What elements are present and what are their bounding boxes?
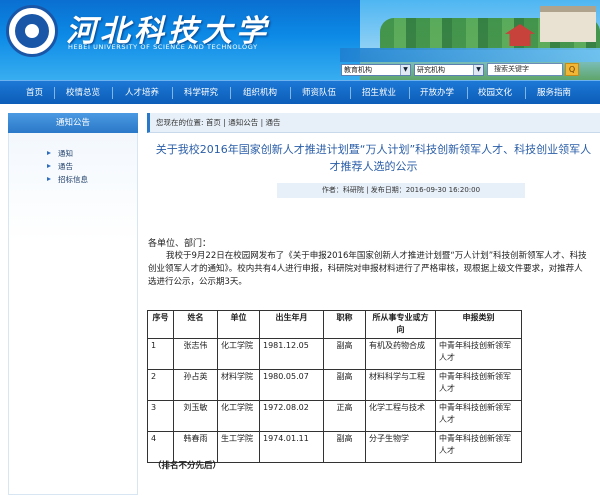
campus-lake-graphic <box>340 48 600 62</box>
breadcrumb-separator: | <box>223 118 226 127</box>
table-cell: 副高 <box>323 338 366 370</box>
institute-select[interactable]: 研究机构 ▼ <box>414 64 484 76</box>
table-cell: 生工学院 <box>217 431 260 463</box>
table-cell: 副高 <box>323 431 366 463</box>
nav-divider <box>525 87 526 99</box>
arrow-right-icon <box>47 164 51 168</box>
table-row: 2 孙占英 材料学院 1980.05.07 副高 材料科学与工程 中青年科技创新… <box>147 369 522 401</box>
table-header-row: 序号 姓名 单位 出生年月 职称 所从事专业或方向 申报类别 <box>147 310 522 339</box>
article-meta: 作者：科研院 | 发布日期：2016-09-30 16:20:00 <box>277 183 525 198</box>
nav-item-culture[interactable]: 校园文化 <box>478 81 512 105</box>
nav-item-services[interactable]: 服务指南 <box>537 81 571 105</box>
sidebar-item-notice[interactable]: 通知 <box>9 147 137 160</box>
nav-item-admissions[interactable]: 招生就业 <box>362 81 396 105</box>
institute-select-value: 研究机构 <box>417 66 445 74</box>
table-header-cell: 职称 <box>323 310 366 339</box>
arrow-right-icon <box>47 151 51 155</box>
table-cell: 中青年科技创新领军人才 <box>435 369 522 401</box>
table-cell: 3 <box>147 400 174 432</box>
nav-item-home[interactable]: 首页 <box>26 81 43 105</box>
table-cell: 材料学院 <box>217 369 260 401</box>
table-cell: 1980.05.07 <box>259 369 324 401</box>
table-cell: 1981.12.05 <box>259 338 324 370</box>
nav-item-faculty[interactable]: 师资队伍 <box>302 81 336 105</box>
nav-divider <box>467 87 468 99</box>
table-cell: 1974.01.11 <box>259 431 324 463</box>
table-cell: 中青年科技创新领军人才 <box>435 400 522 432</box>
table-header-cell: 申报类别 <box>435 310 522 339</box>
nav-divider <box>409 87 410 99</box>
table-cell: 材料科学与工程 <box>365 369 436 401</box>
table-cell: 化工学院 <box>217 400 260 432</box>
sidebar: 通知公告 通知 通告 招标信息 <box>8 113 138 495</box>
nav-divider <box>290 87 291 99</box>
table-header-cell: 序号 <box>147 310 174 339</box>
table-header-cell: 出生年月 <box>259 310 324 339</box>
nav-item-open-education[interactable]: 开放办学 <box>420 81 454 105</box>
breadcrumb-home[interactable]: 首页 <box>206 118 221 127</box>
nav-divider <box>54 87 55 99</box>
main-content: 您现在的位置: 首页 | 通知公告 | 通告 关于我校2016年国家创新人才推进… <box>147 113 600 495</box>
nav-item-education[interactable]: 人才培养 <box>125 81 159 105</box>
article-body: 我校于9月22日在校园网发布了《关于申报2016年国家创新人才推进计划暨“万人计… <box>148 251 587 287</box>
table-cell: 化工学院 <box>217 338 260 370</box>
table-cell: 有机及药物合成 <box>365 338 436 370</box>
table-header-cell: 姓名 <box>173 310 218 339</box>
table-cell: 4 <box>147 431 174 463</box>
table-row: 3 刘玉敏 化工学院 1972.08.02 正高 化学工程与技术 中青年科技创新… <box>147 400 522 432</box>
dept-select-value: 教育机构 <box>344 66 372 74</box>
dept-select[interactable]: 教育机构 ▼ <box>341 64 411 76</box>
chevron-down-icon[interactable]: ▼ <box>400 65 410 75</box>
breadcrumb-prefix: 您现在的位置: <box>156 118 204 127</box>
breadcrumb-separator: | <box>260 118 264 127</box>
table-cell: 孙占英 <box>173 369 218 401</box>
sidebar-item-label: 通告 <box>58 162 73 171</box>
table-header-cell: 所从事专业或方向 <box>365 310 436 339</box>
main-nav: 首页 校情总览 人才培养 科学研究 组织机构 师资队伍 招生就业 开放办学 校园… <box>0 80 600 104</box>
table-header-cell: 单位 <box>217 310 260 339</box>
breadcrumb: 您现在的位置: 首页 | 通知公告 | 通告 <box>147 113 600 133</box>
table-cell: 刘玉敏 <box>173 400 218 432</box>
university-seal-icon[interactable] <box>6 5 58 57</box>
building-graphic <box>540 6 596 42</box>
nav-item-overview[interactable]: 校情总览 <box>66 81 100 105</box>
sidebar-item-announcement[interactable]: 通告 <box>9 160 137 173</box>
sidebar-item-label: 招标信息 <box>58 175 88 184</box>
breadcrumb-current[interactable]: 通告 <box>266 118 281 127</box>
sidebar-item-label: 通知 <box>58 149 73 158</box>
chevron-down-icon[interactable]: ▼ <box>473 65 483 75</box>
breadcrumb-category[interactable]: 通知公告 <box>228 118 258 127</box>
table-cell: 副高 <box>323 369 366 401</box>
search-button[interactable]: Q <box>565 63 579 76</box>
table-note: （排名不分先后） <box>153 461 222 471</box>
arrow-right-icon <box>47 177 51 181</box>
candidates-table: 序号 姓名 单位 出生年月 职称 所从事专业或方向 申报类别 1 张志伟 化工学… <box>147 310 522 463</box>
table-cell: 韩春雨 <box>173 431 218 463</box>
table-cell: 分子生物学 <box>365 431 436 463</box>
nav-item-organization[interactable]: 组织机构 <box>243 81 277 105</box>
nav-divider <box>112 87 113 99</box>
table-cell: 1 <box>147 338 174 370</box>
school-name-en: HEBEI UNIVERSITY OF SCIENCE AND TECHNOLO… <box>68 43 258 51</box>
table-cell: 2 <box>147 369 174 401</box>
sidebar-item-tender[interactable]: 招标信息 <box>9 173 137 186</box>
search-input[interactable]: 搜索关键字 <box>487 63 563 76</box>
sidebar-list: 通知 通告 招标信息 <box>8 133 138 495</box>
table-cell: 1972.08.02 <box>259 400 324 432</box>
article-title: 关于我校2016年国家创新人才推进计划暨“万人计划”科技创新领军人才、科技创业领… <box>155 143 592 173</box>
table-row: 4 韩春雨 生工学院 1974.01.11 副高 分子生物学 中青年科技创新领军… <box>147 431 522 463</box>
table-cell: 化学工程与技术 <box>365 400 436 432</box>
header-banner: 河北科技大学 HEBEI UNIVERSITY OF SCIENCE AND T… <box>0 0 600 80</box>
table-cell: 中青年科技创新领军人才 <box>435 338 522 370</box>
nav-item-research[interactable]: 科学研究 <box>184 81 218 105</box>
nav-divider <box>230 87 231 99</box>
table-row: 1 张志伟 化工学院 1981.12.05 副高 有机及药物合成 中青年科技创新… <box>147 338 522 370</box>
nav-divider <box>350 87 351 99</box>
nav-divider <box>172 87 173 99</box>
sidebar-title: 通知公告 <box>8 113 138 133</box>
table-cell: 中青年科技创新领军人才 <box>435 431 522 463</box>
table-cell: 张志伟 <box>173 338 218 370</box>
table-cell: 正高 <box>323 400 366 432</box>
